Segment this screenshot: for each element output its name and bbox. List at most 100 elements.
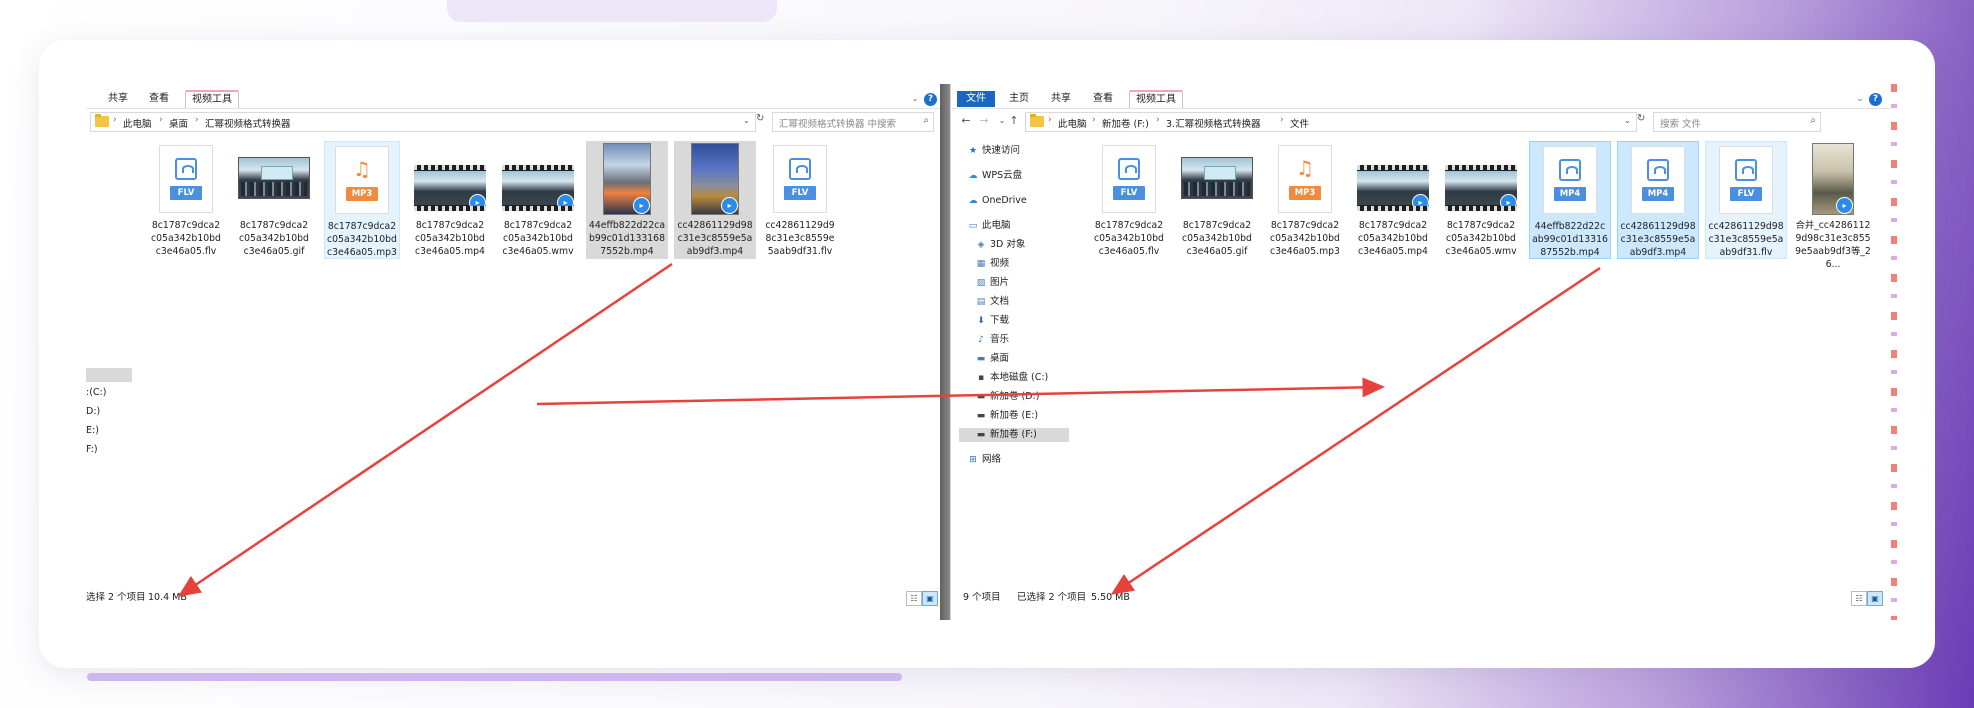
breadcrumb-folder[interactable]: 3.汇幂视频格式转换器 <box>1166 116 1261 130</box>
tab-video-tools[interactable]: 视频工具 <box>185 90 239 108</box>
status-size: 10.4 MB <box>148 592 187 603</box>
nav-onedrive[interactable]: ☁ OneDrive <box>967 194 1027 208</box>
status-size: 5.50 MB <box>1091 592 1130 603</box>
file-item[interactable]: FLV 8c1787c9dca2c05a342b10bdc3e46a05.flv <box>148 141 224 259</box>
mp4-file-icon: MP4 <box>1543 146 1597 214</box>
nav-network[interactable]: ⊞ 网络 <box>967 453 1001 467</box>
file-item[interactable]: FLV cc42861129d98c31e3c8559e5aab9df31.fl… <box>1705 141 1787 259</box>
nav-drive-c[interactable]: :(C:) <box>86 386 106 400</box>
breadcrumb-this-pc[interactable]: 此电脑 <box>123 116 152 130</box>
search-placeholder: 汇幂视频格式转换器 中搜索 <box>779 119 897 130</box>
search-box[interactable]: 汇幂视频格式转换器 中搜索 ⌕ <box>772 112 934 132</box>
nav-videos[interactable]: ▦ 视频 <box>975 257 1009 271</box>
cube-icon: ◈ <box>977 240 985 250</box>
forward-icon[interactable]: → <box>977 113 991 129</box>
file-name: 44effb822d22cab99c01d1331687552b.mp4 <box>588 220 666 257</box>
video-thumbnail: ▸ <box>414 165 486 211</box>
tab-share[interactable]: 共享 <box>102 91 134 107</box>
breadcrumb-this-pc[interactable]: 此电脑 <box>1058 116 1087 130</box>
scrollbar-edge[interactable] <box>1891 84 1897 620</box>
network-icon: ⊞ <box>969 455 977 465</box>
search-icon: ⌕ <box>923 115 929 126</box>
tab-home[interactable]: 主页 <box>1003 91 1035 107</box>
nav-documents[interactable]: ▤ 文档 <box>975 295 1009 309</box>
nav-drive-f[interactable]: F:) <box>86 443 98 457</box>
file-item[interactable]: FLV 8c1787c9dca2c05a342b10bdc3e46a05.flv <box>1091 141 1167 259</box>
tab-share[interactable]: 共享 <box>1045 91 1077 107</box>
large-icons-view-icon[interactable]: ▣ <box>1867 591 1883 606</box>
gif-thumbnail <box>238 157 310 199</box>
nav-desktop[interactable]: ▬ 桌面 <box>975 352 1009 366</box>
status-bar: 选择 2 个项目 10.4 MB <box>86 590 940 606</box>
file-name: 8c1787c9dca2c05a342b10bdc3e46a05.gif <box>239 220 309 257</box>
decorative-bar <box>87 673 902 681</box>
tab-view[interactable]: 查看 <box>1087 91 1119 107</box>
desktop-icon: ▬ <box>976 354 986 364</box>
ribbon: 共享 查看 视频工具 ⌄ ? <box>86 88 940 109</box>
file-name: 8c1787c9dca2c05a342b10bdc3e46a05.flv <box>151 220 221 257</box>
computer-icon: ▭ <box>968 221 978 231</box>
search-box[interactable]: 搜索 文件 ⌕ <box>1653 112 1821 132</box>
up-icon[interactable]: ↑ <box>1007 113 1021 129</box>
help-icon[interactable]: ? <box>924 93 937 106</box>
file-item[interactable]: MP4 cc42861129d98c31e3c8559e5aab9df3.mp4 <box>1617 141 1699 259</box>
address-dropdown-icon[interactable]: ⌄ <box>743 116 750 125</box>
video-badge-icon: ▸ <box>469 194 486 211</box>
help-icon[interactable]: ? <box>1869 93 1882 106</box>
nav-drive-e[interactable]: ▬ 新加卷 (E:) <box>975 409 1038 423</box>
file-item[interactable]: FLV cc42861129d98c31e3c8559e5aab9df31.fl… <box>762 141 838 259</box>
breadcrumb-files[interactable]: 文件 <box>1290 116 1309 130</box>
file-item[interactable]: ▸ 合并_cc42861129d98c31e3c8559e5aab9df3等_2… <box>1793 141 1873 270</box>
refresh-icon[interactable]: ↻ <box>756 113 764 124</box>
search-icon: ⌕ <box>1810 115 1816 126</box>
nav-3d-objects[interactable]: ◈ 3D 对象 <box>975 238 1026 252</box>
nav-drive-c[interactable]: ▪ 本地磁盘 (C:) <box>975 371 1048 385</box>
nav-quick-access[interactable]: ★ 快速访问 <box>967 144 1020 158</box>
nav-wps-cloud[interactable]: ☁ WPS云盘 <box>967 169 1023 183</box>
nav-drive-e[interactable]: E:) <box>86 424 99 438</box>
back-icon[interactable]: ← <box>959 113 973 129</box>
nav-drive-f[interactable]: ▬ 新加卷 (F:) <box>959 428 1069 442</box>
file-item[interactable]: ▸ 8c1787c9dca2c05a342b10bdc3e46a05.mp4 <box>1355 141 1431 259</box>
film-icon: ▦ <box>976 259 986 269</box>
mp4-file-icon: MP4 <box>1631 146 1685 214</box>
address-bar[interactable]: › 此电脑 › 新加卷 (F:) › 3.汇幂视频格式转换器 › 文件 ⌄ <box>1025 112 1637 132</box>
file-item[interactable]: ▸ 44effb822d22cab99c01d1331687552b.mp4 <box>586 141 668 259</box>
large-icons-view-icon[interactable]: ▣ <box>922 591 938 606</box>
file-item[interactable]: 8c1787c9dca2c05a342b10bdc3e46a05.gif <box>1179 141 1255 259</box>
file-item[interactable]: ▸ 8c1787c9dca2c05a342b10bdc3e46a05.wmv <box>500 141 576 259</box>
tab-file[interactable]: 文件 <box>957 91 995 107</box>
file-item[interactable]: ♫ MP3 8c1787c9dca2c05a342b10bdc3e46a05.mp… <box>324 141 400 259</box>
refresh-icon[interactable]: ↻ <box>1637 113 1645 124</box>
file-item[interactable]: ▸ cc42861129d98c31e3c8559e5aab9df3.mp4 <box>674 141 756 259</box>
tab-view[interactable]: 查看 <box>143 91 175 107</box>
breadcrumb-folder[interactable]: 汇幂视频格式转换器 <box>205 116 291 130</box>
video-thumbnail: ▸ <box>1357 165 1429 211</box>
details-view-icon[interactable]: ☷ <box>1851 591 1867 606</box>
details-view-icon[interactable]: ☷ <box>906 591 922 606</box>
nav-this-pc[interactable]: ▭ 此电脑 <box>967 219 1011 233</box>
breadcrumb-drive-f[interactable]: 新加卷 (F:) <box>1102 116 1149 130</box>
address-bar[interactable]: › 此电脑 › 桌面 › 汇幂视频格式转换器 ⌄ <box>90 112 756 132</box>
ribbon: 文件 主页 共享 查看 视频工具 ⌄ ? <box>951 88 1897 109</box>
nav-drive-d[interactable]: D:) <box>86 405 100 419</box>
video-badge-icon: ▸ <box>1500 194 1517 211</box>
file-item[interactable]: ▸ 8c1787c9dca2c05a342b10bdc3e46a05.mp4 <box>412 141 488 259</box>
ribbon-collapse-icon[interactable]: ⌄ <box>1855 94 1865 104</box>
file-item[interactable]: 8c1787c9dca2c05a342b10bdc3e46a05.gif <box>236 141 312 259</box>
drive-icon: ▬ <box>976 392 986 402</box>
breadcrumb-desktop[interactable]: 桌面 <box>169 116 188 130</box>
nav-drive-d[interactable]: ▬ 新加卷 (D:) <box>975 390 1040 404</box>
file-item[interactable]: ▸ 8c1787c9dca2c05a342b10bdc3e46a05.wmv <box>1443 141 1519 259</box>
file-item[interactable]: ♫ MP3 8c1787c9dca2c05a342b10bdc3e46a05.mp… <box>1267 141 1343 259</box>
ribbon-collapse-icon[interactable]: ⌄ <box>910 94 920 104</box>
nav-downloads[interactable]: ⬇ 下载 <box>975 314 1009 328</box>
tab-video-tools[interactable]: 视频工具 <box>1129 90 1183 108</box>
nav-music[interactable]: ♪ 音乐 <box>975 333 1009 347</box>
address-dropdown-icon[interactable]: ⌄ <box>1624 116 1631 125</box>
onedrive-icon: ☁ <box>968 196 978 206</box>
file-item[interactable]: MP4 44effb822d22cab99c01d1331687552b.mp4 <box>1529 141 1611 259</box>
nav-pictures[interactable]: ▨ 图片 <box>975 276 1009 290</box>
status-count: 9 个项目 <box>963 592 1001 603</box>
flv-file-icon: FLV <box>159 145 213 213</box>
